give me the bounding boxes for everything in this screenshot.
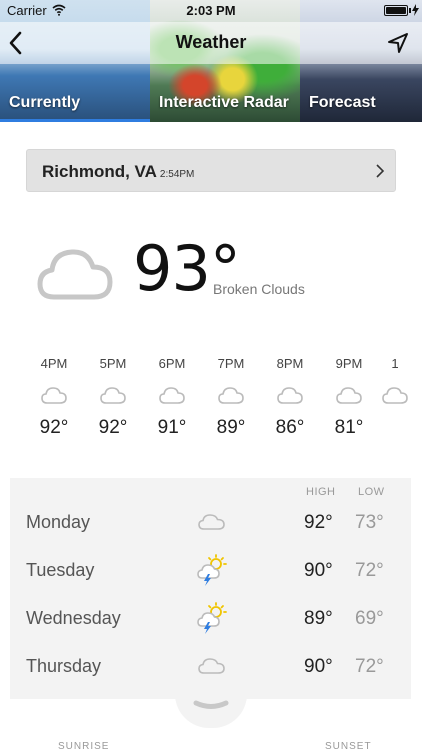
hour-time: 9PM [335, 356, 363, 371]
day-high-temp: 92° [304, 512, 333, 533]
cloud-icon [41, 387, 67, 404]
hour-time: 8PM [276, 356, 304, 371]
cloud-icon [382, 387, 408, 404]
hourly-item: 5PM 92° [88, 356, 138, 439]
page-title: Weather [175, 32, 247, 52]
hour-time: 7PM [217, 356, 245, 371]
location-arrow-icon[interactable] [387, 32, 409, 54]
hourly-item: 1 [370, 356, 420, 417]
hour-temperature: 91° [157, 417, 187, 438]
day-high-temp: 90° [304, 656, 333, 677]
chevron-right-icon [376, 164, 385, 178]
day-low-temp: 69° [355, 608, 384, 629]
cloud-icon [159, 387, 185, 404]
thunderstorm-sun-icon [197, 554, 227, 586]
day-name: Tuesday [26, 560, 95, 580]
hourly-item: 4PM 92° [29, 356, 79, 439]
current-condition: Broken Clouds [213, 281, 305, 297]
clock: 2:03 PM [186, 3, 236, 18]
hourly-item: 7PM 89° [206, 356, 256, 439]
daily-forecast-panel: HIGH LOW Monday 92° 73° Tuesday 90° 72° … [10, 478, 411, 699]
daily-row: Thursday 90° 72° [10, 643, 411, 691]
daily-row: Wednesday 89° 69° [10, 595, 411, 643]
high-column-header: HIGH [306, 486, 336, 498]
day-name: Monday [26, 512, 91, 532]
hour-temperature: 89° [216, 417, 246, 438]
hour-time: 5PM [99, 356, 127, 371]
hourly-item: 8PM 86° [265, 356, 315, 439]
sunrise-label: SUNRISE [58, 741, 110, 750]
day-high-temp: 89° [304, 608, 333, 629]
hour-time: 1 [391, 356, 399, 371]
day-name: Wednesday [26, 608, 121, 628]
hour-temperature: 86° [275, 417, 305, 438]
location-time: 2:54PM [159, 169, 195, 180]
day-low-temp: 73° [355, 512, 384, 533]
cloud-icon [336, 387, 362, 404]
tab-currently[interactable]: Currently [9, 94, 80, 112]
hour-temperature: 81° [334, 417, 364, 438]
low-column-header: LOW [358, 486, 385, 498]
status-bar: Carrier 2:03 PM [0, 0, 422, 22]
tab-interactive-radar[interactable]: Interactive Radar [159, 94, 289, 112]
hour-time: 4PM [40, 356, 68, 371]
hour-temperature: 92° [39, 417, 69, 438]
day-low-temp: 72° [355, 560, 384, 581]
charging-bolt-icon [412, 4, 419, 16]
day-high-temp: 90° [304, 560, 333, 581]
sunset-label: SUNSET [325, 741, 372, 750]
cloud-icon [100, 387, 126, 404]
location-name: Richmond, VA [42, 162, 157, 181]
cloud-icon [277, 387, 303, 404]
expand-panel-handle[interactable] [175, 694, 247, 728]
cloud-icon [37, 249, 113, 300]
cloud-icon [198, 658, 225, 674]
hourly-item: 6PM 91° [147, 356, 197, 439]
hourly-forecast[interactable]: 4PM 92° 5PM 92° 6PM 91° 7PM 89° 8PM 86° … [0, 356, 422, 456]
tab-forecast[interactable]: Forecast [309, 94, 376, 112]
daily-row: Monday 92° 73° [10, 499, 411, 547]
cloud-icon [218, 387, 244, 404]
location-selector[interactable]: Richmond, VA 2:54PM [26, 149, 396, 192]
active-tab-indicator [0, 119, 150, 122]
day-low-temp: 72° [355, 656, 384, 677]
hour-temperature: 92° [98, 417, 128, 438]
hourly-item: 9PM 81° [324, 356, 374, 439]
day-name: Thursday [26, 656, 102, 676]
thunderstorm-sun-icon [197, 602, 227, 634]
chevron-down-icon [193, 700, 229, 709]
cloud-icon [198, 514, 225, 530]
battery-tip [409, 8, 411, 13]
daily-row: Tuesday 90° 72° [10, 547, 411, 595]
hour-time: 6PM [158, 356, 186, 371]
battery-icon [384, 5, 408, 16]
